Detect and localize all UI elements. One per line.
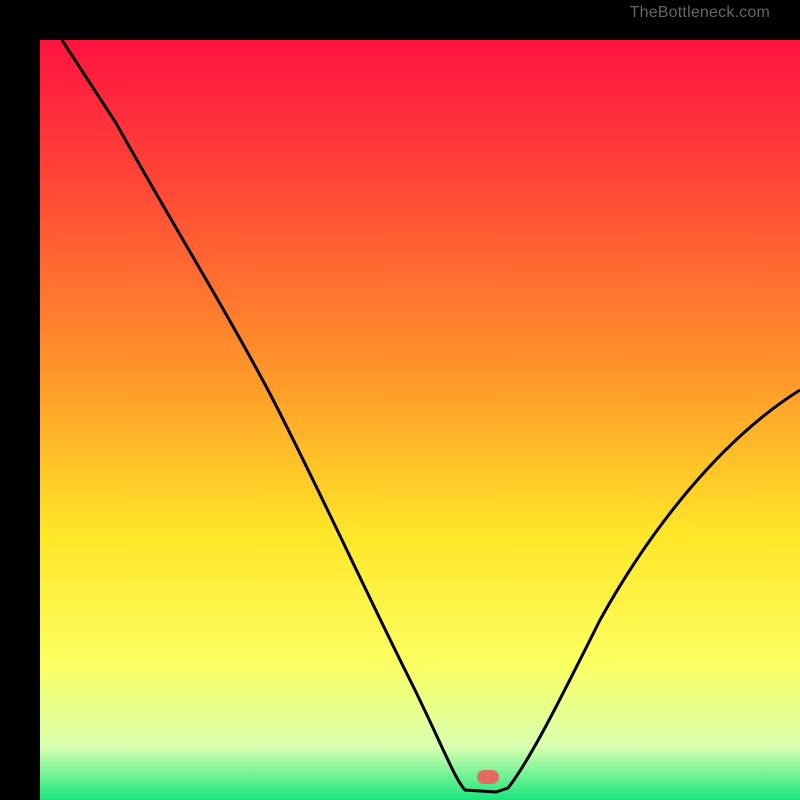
watermark-text: TheBottleneck.com xyxy=(630,4,770,22)
plot-frame xyxy=(20,20,780,780)
bottleneck-chart xyxy=(40,40,800,800)
optimal-point-marker xyxy=(477,770,499,784)
gradient-background xyxy=(40,40,800,800)
